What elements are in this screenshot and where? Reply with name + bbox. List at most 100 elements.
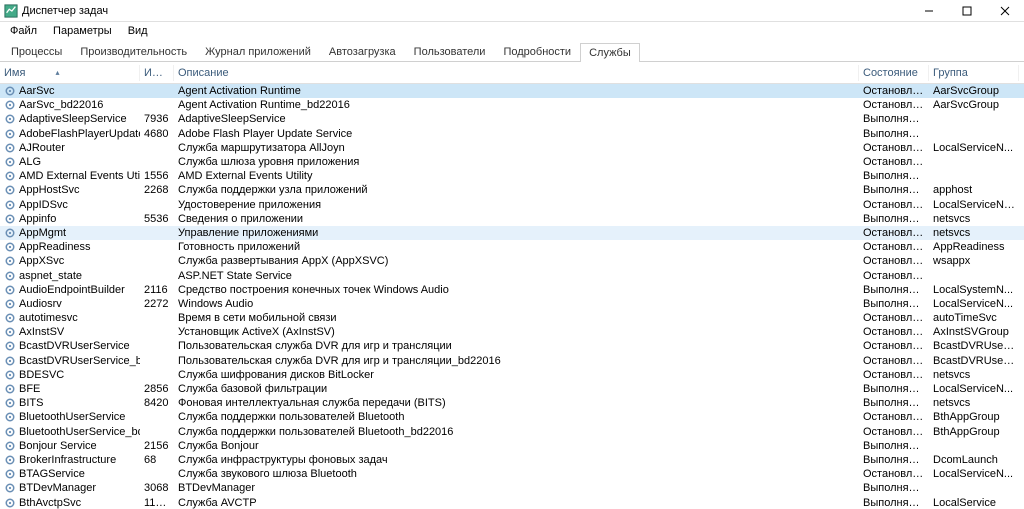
service-gear-icon — [4, 440, 16, 452]
col-header-state[interactable]: Состояние — [859, 65, 929, 81]
table-row[interactable]: AdobeFlashPlayerUpdateSvc4680Adobe Flash… — [0, 127, 1024, 141]
cell-group: netsvcs — [929, 369, 1019, 381]
cell-state: Выполняется — [859, 128, 929, 140]
cell-desc: Сведения о приложении — [174, 213, 859, 225]
cell-state: Выполняется — [859, 170, 929, 182]
table-row[interactable]: autotimesvcВремя в сети мобильной связиО… — [0, 311, 1024, 325]
tab-3[interactable]: Автозагрузка — [320, 42, 405, 61]
service-name-label: BthAvctpSvc — [19, 497, 81, 509]
cell-desc: Служба шифрования дисков BitLocker — [174, 369, 859, 381]
table-row[interactable]: AppMgmtУправление приложениямиОстановлен… — [0, 226, 1024, 240]
tab-4[interactable]: Пользователи — [405, 42, 495, 61]
cell-desc: Служба поддержки пользователей Bluetooth… — [174, 426, 859, 438]
tab-5[interactable]: Подробности — [494, 42, 580, 61]
service-gear-icon — [4, 85, 16, 97]
table-row[interactable]: BrokerInfrastructure68Служба инфраструкт… — [0, 453, 1024, 467]
table-row[interactable]: AppReadinessГотовность приложенийОстанов… — [0, 240, 1024, 254]
cell-pid: 11408 — [140, 497, 174, 509]
service-gear-icon — [4, 213, 16, 225]
cell-desc: Adobe Flash Player Update Service — [174, 128, 859, 140]
table-row[interactable]: BTDevManager3068BTDevManagerВыполняется — [0, 481, 1024, 495]
table-row[interactable]: AppIDSvcУдостоверение приложенияОстановл… — [0, 198, 1024, 212]
tab-0[interactable]: Процессы — [2, 42, 71, 61]
menu-view[interactable]: Вид — [120, 23, 156, 39]
cell-desc: Служба базовой фильтрации — [174, 383, 859, 395]
minimize-button[interactable] — [910, 0, 948, 21]
col-header-pid[interactable]: ИД п... — [140, 65, 174, 81]
table-row[interactable]: AudioEndpointBuilder2116Средство построе… — [0, 283, 1024, 297]
tabbar: ПроцессыПроизводительностьЖурнал приложе… — [0, 40, 1024, 62]
table-row[interactable]: BcastDVRUserService_bd2...Пользовательск… — [0, 354, 1024, 368]
maximize-button[interactable] — [948, 0, 986, 21]
col-header-desc[interactable]: Описание — [174, 65, 859, 81]
menu-params[interactable]: Параметры — [45, 23, 120, 39]
cell-name: Audiosrv — [0, 298, 140, 310]
cell-pid: 2272 — [140, 298, 174, 310]
service-name-label: AJRouter — [19, 142, 65, 154]
service-gear-icon — [4, 497, 16, 509]
service-gear-icon — [4, 312, 16, 324]
window-controls — [910, 0, 1024, 21]
service-gear-icon — [4, 383, 16, 395]
cell-state: Остановлено — [859, 468, 929, 480]
table-row[interactable]: Audiosrv2272Windows AudioВыполняетсяLoca… — [0, 297, 1024, 311]
cell-state: Выполняется — [859, 454, 929, 466]
table-row[interactable]: AppHostSvc2268Служба поддержки узла прил… — [0, 183, 1024, 197]
cell-group: AarSvcGroup — [929, 99, 1019, 111]
service-gear-icon — [4, 468, 16, 480]
service-gear-icon — [4, 255, 16, 267]
table-row[interactable]: BITS8420Фоновая интеллектуальная служба … — [0, 396, 1024, 410]
table-row[interactable]: ALGСлужба шлюза уровня приложенияОстанов… — [0, 155, 1024, 169]
tab-2[interactable]: Журнал приложений — [196, 42, 320, 61]
table-row[interactable]: Appinfo5536Сведения о приложенииВыполняе… — [0, 212, 1024, 226]
cell-name: BluetoothUserService_bd22... — [0, 426, 140, 438]
cell-name: aspnet_state — [0, 270, 140, 282]
cell-group: LocalServiceNe... — [929, 199, 1019, 211]
cell-name: autotimesvc — [0, 312, 140, 324]
table-row[interactable]: AdaptiveSleepService7936AdaptiveSleepSer… — [0, 112, 1024, 126]
service-name-label: AppMgmt — [19, 227, 66, 239]
cell-desc: Служба маршрутизатора AllJoyn — [174, 142, 859, 154]
service-name-label: AppXSvc — [19, 255, 64, 267]
col-header-group[interactable]: Группа — [929, 65, 1019, 81]
col-header-name[interactable]: Имя ▴ — [0, 65, 140, 81]
task-manager-icon — [4, 4, 18, 18]
table-row[interactable]: AarSvcAgent Activation RuntimeОстановлен… — [0, 84, 1024, 98]
tab-1[interactable]: Производительность — [71, 42, 196, 61]
service-gear-icon — [4, 113, 16, 125]
table-row[interactable]: BDESVC Служба шифрования дисков BitLocker… — [0, 368, 1024, 382]
table-row[interactable]: BthAvctpSvc11408Служба AVCTPВыполняетсяL… — [0, 495, 1024, 509]
cell-group: apphost — [929, 184, 1019, 196]
table-row[interactable]: AJRouterСлужба маршрутизатора AllJoynОст… — [0, 141, 1024, 155]
service-name-label: BcastDVRUserService_bd2... — [19, 355, 140, 367]
cell-pid: 2268 — [140, 184, 174, 196]
service-gear-icon — [4, 227, 16, 239]
table-row[interactable]: Bonjour Service2156Служба BonjourВыполня… — [0, 439, 1024, 453]
table-row[interactable]: AppXSvcСлужба развертывания AppX (AppXSV… — [0, 254, 1024, 268]
menu-file[interactable]: Файл — [2, 23, 45, 39]
cell-pid: 2856 — [140, 383, 174, 395]
table-row[interactable]: BTAGServiceСлужба звукового шлюза Blueto… — [0, 467, 1024, 481]
table-row[interactable]: BluetoothUserServiceСлужба поддержки пол… — [0, 410, 1024, 424]
cell-name: BDESVC — [0, 369, 140, 381]
cell-group: autoTimeSvc — [929, 312, 1019, 324]
table-body[interactable]: AarSvcAgent Activation RuntimeОстановлен… — [0, 84, 1024, 509]
table-row[interactable]: BFE2856Служба базовой фильтрацииВыполняе… — [0, 382, 1024, 396]
table-row[interactable]: BluetoothUserService_bd22... Служба подде… — [0, 425, 1024, 439]
cell-group: netsvcs — [929, 397, 1019, 409]
cell-group: AppReadiness — [929, 241, 1019, 253]
table-row[interactable]: AxInstSVУстановщик ActiveX (AxInstSV)Ост… — [0, 325, 1024, 339]
table-row[interactable]: aspnet_stateASP.NET State ServiceОстанов… — [0, 268, 1024, 282]
close-button[interactable] — [986, 0, 1024, 21]
table-row[interactable]: BcastDVRUserServiceПользовательская служ… — [0, 339, 1024, 353]
service-gear-icon — [4, 156, 16, 168]
cell-name: BITS — [0, 397, 140, 409]
tab-6[interactable]: Службы — [580, 43, 640, 62]
cell-name: AdaptiveSleepService — [0, 113, 140, 125]
cell-name: AMD External Events Utility — [0, 170, 140, 182]
service-gear-icon — [4, 199, 16, 211]
table-row[interactable]: AMD External Events Utility1556AMD Exter… — [0, 169, 1024, 183]
cell-name: AJRouter — [0, 142, 140, 154]
cell-name: BthAvctpSvc — [0, 497, 140, 509]
table-row[interactable]: AarSvc_bd22016Agent Activation Runtime_b… — [0, 98, 1024, 112]
